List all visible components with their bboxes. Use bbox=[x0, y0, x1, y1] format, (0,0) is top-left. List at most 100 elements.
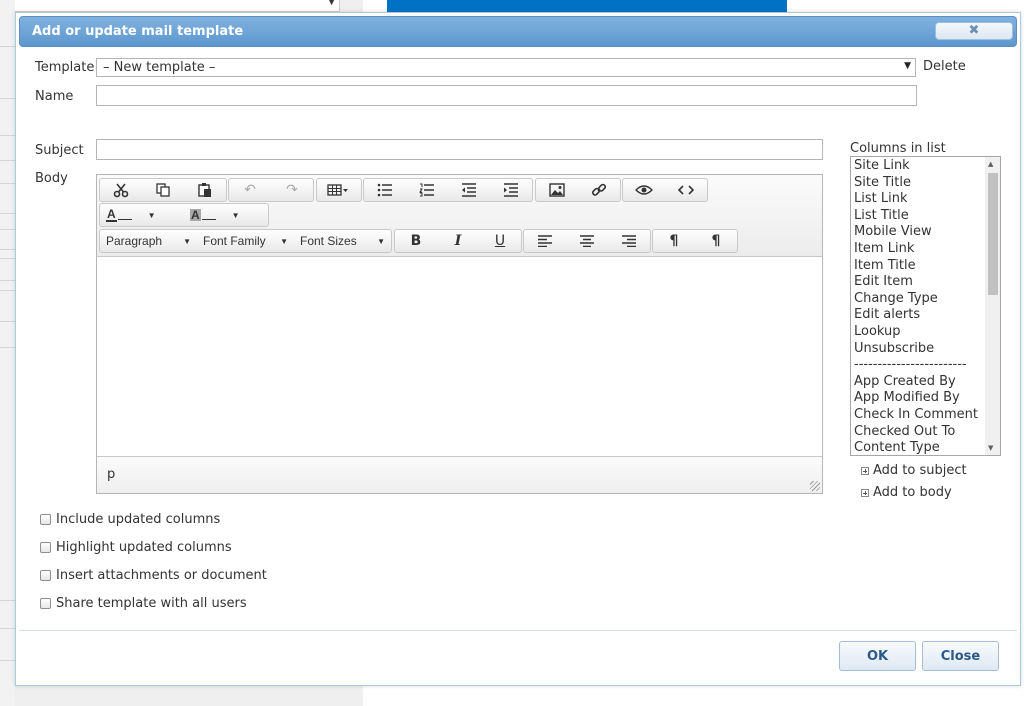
text-color-picker[interactable]: A ▼ bbox=[100, 204, 184, 226]
cut-icon[interactable] bbox=[100, 179, 142, 201]
list-group bbox=[363, 178, 533, 202]
link-icon[interactable] bbox=[578, 179, 620, 201]
include-updated-columns-option[interactable]: Include updated columns bbox=[40, 512, 220, 527]
add-to-body-link[interactable]: Add to body bbox=[861, 485, 952, 500]
dialog-close-icon[interactable]: ✖ bbox=[935, 22, 1013, 40]
column-option[interactable]: Check In Comment bbox=[854, 407, 1000, 424]
copy-icon[interactable] bbox=[142, 179, 184, 201]
background-color-picker[interactable]: A ▼ bbox=[184, 204, 268, 226]
image-icon[interactable] bbox=[536, 179, 578, 201]
column-option[interactable]: Lookup bbox=[854, 324, 1000, 341]
checkbox[interactable] bbox=[40, 542, 51, 553]
bullet-list-icon[interactable] bbox=[364, 179, 406, 201]
format-group: Paragraph ▼ Font Family ▼ Font Sizes ▼ bbox=[99, 229, 392, 253]
scroll-down-icon[interactable]: ▼ bbox=[988, 444, 993, 452]
add-to-subject-link[interactable]: Add to subject bbox=[861, 463, 967, 478]
align-left-icon[interactable] bbox=[524, 230, 566, 252]
column-option[interactable]: ------------------------ bbox=[854, 357, 1000, 374]
chevron-down-icon: ▼ bbox=[904, 61, 911, 71]
ok-button[interactable]: OK bbox=[839, 641, 916, 671]
align-right-icon[interactable] bbox=[608, 230, 650, 252]
column-option[interactable]: App Modified By bbox=[854, 390, 1000, 407]
element-path[interactable]: p bbox=[107, 467, 115, 482]
column-option[interactable]: Edit alerts bbox=[854, 307, 1000, 324]
column-option[interactable]: Checked Out To bbox=[854, 424, 1000, 441]
column-option[interactable]: List Link bbox=[854, 191, 1000, 208]
share-template-option[interactable]: Share template with all users bbox=[40, 596, 247, 611]
bold-icon[interactable]: B bbox=[395, 230, 437, 252]
text-color-icon: A bbox=[106, 207, 117, 222]
subject-label: Subject bbox=[35, 143, 84, 158]
checkbox[interactable] bbox=[40, 598, 51, 609]
undo-icon[interactable]: ↶ bbox=[229, 179, 271, 201]
add-to-subject-label: Add to subject bbox=[873, 463, 967, 478]
column-option[interactable]: Unsubscribe bbox=[854, 341, 1000, 358]
column-option[interactable]: Item Title bbox=[854, 258, 1000, 275]
code-icon[interactable] bbox=[665, 179, 707, 201]
paste-icon[interactable] bbox=[184, 179, 226, 201]
clipboard-group bbox=[99, 178, 227, 202]
background-blue-bar bbox=[387, 0, 787, 12]
editor-statusbar: p bbox=[97, 456, 822, 493]
scroll-up-icon[interactable]: ▲ bbox=[988, 160, 993, 168]
resize-handle-icon[interactable] bbox=[810, 481, 820, 491]
scrollbar-thumb[interactable] bbox=[988, 173, 998, 295]
listbox-scrollbar[interactable]: ▲ ▼ bbox=[985, 157, 1000, 455]
align-group bbox=[523, 229, 651, 253]
history-group: ↶ ↷ bbox=[228, 178, 314, 202]
editor-toolbar: ↶ ↷ A ▼ A ▼ Paragraph ▼ Font Family ▼ Fo… bbox=[97, 175, 822, 257]
add-to-body-label: Add to body bbox=[873, 485, 952, 500]
indent-icon[interactable] bbox=[490, 179, 532, 201]
editor-content-area[interactable] bbox=[97, 257, 822, 457]
column-option[interactable]: Change Type bbox=[854, 291, 1000, 308]
checkbox-label: Highlight updated columns bbox=[56, 540, 232, 555]
view-group bbox=[622, 178, 708, 202]
column-option[interactable]: Content Type bbox=[854, 440, 1000, 455]
table-group bbox=[316, 178, 362, 202]
checkbox-label: Include updated columns bbox=[56, 512, 221, 527]
chevron-down-icon: ▼ bbox=[231, 210, 240, 220]
background-page-bottom bbox=[15, 686, 363, 706]
font-family-dropdown[interactable]: Font Family ▼ bbox=[197, 230, 294, 252]
align-center-icon[interactable] bbox=[566, 230, 608, 252]
template-select-value: – New template – bbox=[103, 60, 216, 75]
delete-link[interactable]: Delete bbox=[923, 59, 966, 74]
insert-attachments-option[interactable]: Insert attachments or document bbox=[40, 568, 267, 583]
column-option[interactable]: Mobile View bbox=[854, 224, 1000, 241]
close-button[interactable]: Close bbox=[922, 641, 999, 671]
outdent-icon[interactable] bbox=[448, 179, 490, 201]
highlight-updated-columns-option[interactable]: Highlight updated columns bbox=[40, 540, 232, 555]
column-option[interactable]: List Title bbox=[854, 208, 1000, 225]
mail-template-dialog: Add or update mail template ✖ Template –… bbox=[15, 12, 1021, 686]
columns-label: Columns in list bbox=[850, 141, 946, 156]
checkbox-label: Share template with all users bbox=[56, 596, 247, 611]
font-sizes-dropdown[interactable]: Font Sizes ▼ bbox=[294, 230, 391, 252]
underline-icon[interactable]: U bbox=[479, 230, 521, 252]
column-option[interactable]: Edit Item bbox=[854, 274, 1000, 291]
font-sizes-dropdown-label: Font Sizes bbox=[300, 234, 357, 248]
column-option[interactable]: Item Link bbox=[854, 241, 1000, 258]
name-input[interactable] bbox=[96, 85, 917, 106]
chevron-down-icon: ▼ bbox=[183, 236, 191, 246]
redo-icon[interactable]: ↷ bbox=[271, 179, 313, 201]
column-option[interactable]: Site Link bbox=[854, 158, 1000, 175]
chevron-down-icon: ▼ bbox=[147, 210, 156, 220]
template-select[interactable]: – New template – ▼ bbox=[96, 58, 916, 77]
column-option[interactable]: Site Title bbox=[854, 175, 1000, 192]
rtl-icon[interactable]: ¶ bbox=[695, 230, 737, 252]
checkbox[interactable] bbox=[40, 570, 51, 581]
checkbox[interactable] bbox=[40, 514, 51, 525]
paragraph-dropdown[interactable]: Paragraph ▼ bbox=[100, 230, 197, 252]
table-icon[interactable] bbox=[317, 179, 359, 201]
italic-icon[interactable]: I bbox=[437, 230, 479, 252]
checkbox-label: Insert attachments or document bbox=[56, 568, 267, 583]
template-label: Template bbox=[35, 60, 95, 75]
column-option[interactable]: App Created By bbox=[854, 374, 1000, 391]
ltr-icon[interactable]: ¶ bbox=[653, 230, 695, 252]
columns-listbox[interactable]: Site Link Site Title List Link List Title Mo… bbox=[850, 156, 1001, 456]
preview-icon[interactable] bbox=[623, 179, 665, 201]
subject-input[interactable] bbox=[96, 139, 823, 160]
numbered-list-icon[interactable] bbox=[406, 179, 448, 201]
background-select: ▼ bbox=[15, 0, 340, 12]
dialog-titlebar: Add or update mail template ✖ bbox=[19, 16, 1017, 47]
